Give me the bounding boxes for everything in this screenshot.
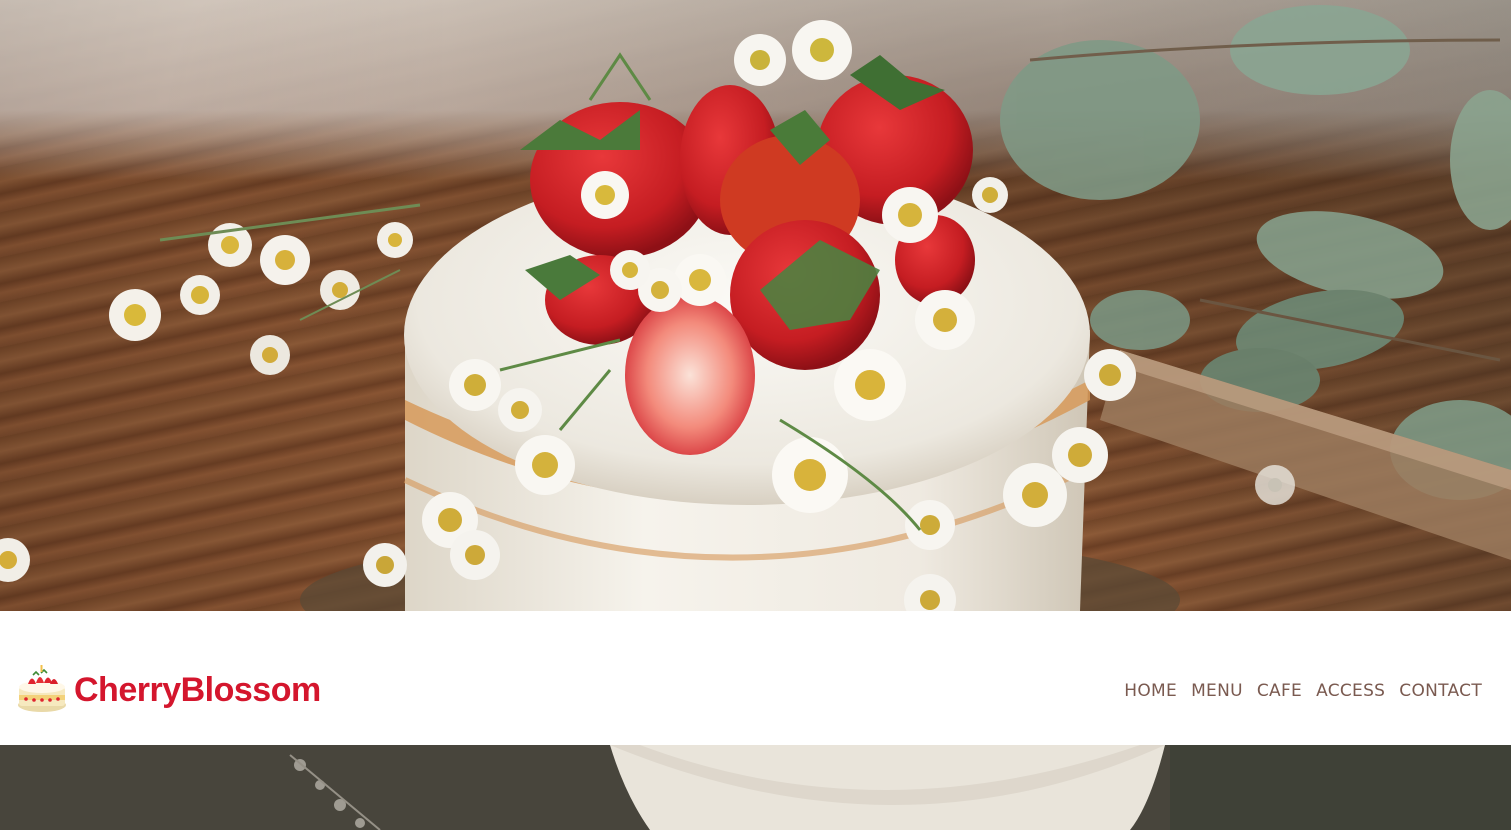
main-nav: HOME MENU CAFE ACCESS CONTACT xyxy=(1124,681,1482,701)
hero-illustration xyxy=(0,5,1511,611)
nav-home-link[interactable]: HOME xyxy=(1124,681,1177,701)
nav-access-link[interactable]: ACCESS xyxy=(1316,681,1385,701)
site-header: CherryBlossom HOME MENU CAFE ACCESS CONT… xyxy=(0,611,1504,745)
brand-home-link[interactable]: CherryBlossom xyxy=(16,665,321,715)
next-section-cake-image xyxy=(0,745,1511,830)
nav-menu-link[interactable]: MENU xyxy=(1191,681,1243,701)
nav-cafe-link[interactable]: CAFE xyxy=(1257,681,1302,701)
next-section-illustration xyxy=(0,745,1511,830)
page: CherryBlossom HOME MENU CAFE ACCESS CONT… xyxy=(0,0,1511,830)
strawberry-cake-icon xyxy=(18,665,66,712)
nav-contact-link[interactable]: CONTACT xyxy=(1399,681,1482,701)
hero-cake-image xyxy=(0,0,1511,611)
brand-name: CherryBlossom xyxy=(74,671,321,709)
